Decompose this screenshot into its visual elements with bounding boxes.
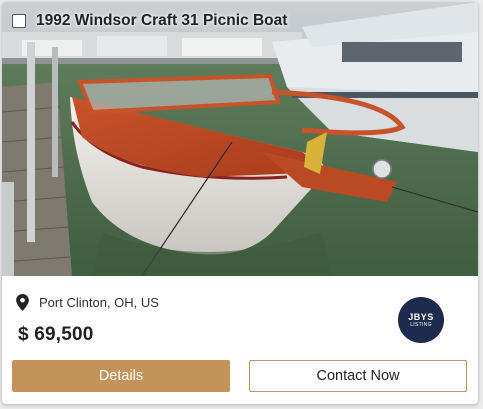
- listing-card[interactable]: 1992 Windsor Craft 31 Picnic Boat Port C…: [2, 2, 478, 404]
- badge-subtitle: LISTING: [410, 321, 432, 328]
- contact-now-button[interactable]: Contact Now: [249, 360, 467, 392]
- location-row: Port Clinton, OH, US: [16, 294, 159, 311]
- map-pin-icon: [16, 294, 29, 311]
- jbys-listing-badge: JBYS LISTING: [398, 297, 444, 343]
- badge-brand: JBYS: [408, 311, 434, 322]
- boat-photo-image: [2, 2, 478, 276]
- listing-price: $ 69,500: [18, 324, 94, 345]
- details-button[interactable]: Details: [12, 360, 230, 392]
- listing-photo[interactable]: 1992 Windsor Craft 31 Picnic Boat: [2, 2, 478, 276]
- listing-title[interactable]: 1992 Windsor Craft 31 Picnic Boat: [36, 12, 287, 30]
- title-row: 1992 Windsor Craft 31 Picnic Boat: [12, 12, 287, 30]
- select-checkbox[interactable]: [12, 14, 26, 28]
- location-text: Port Clinton, OH, US: [39, 295, 159, 310]
